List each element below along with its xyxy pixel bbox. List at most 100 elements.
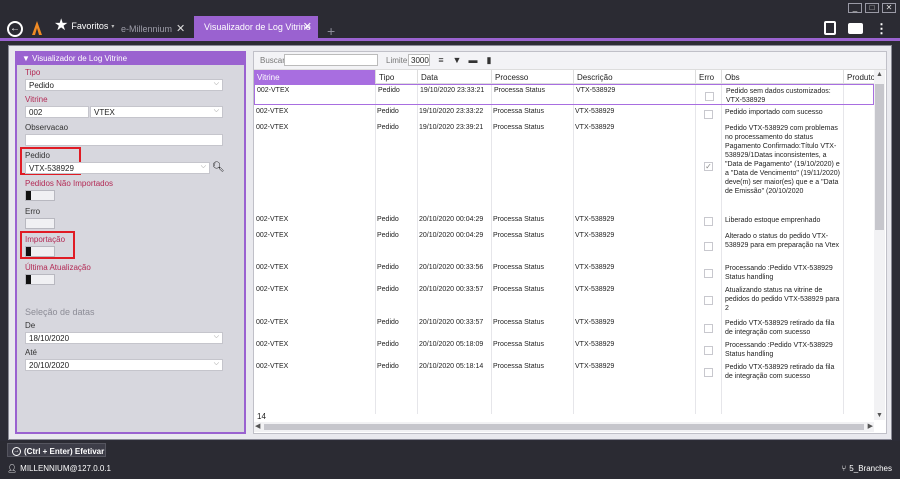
favorites-menu[interactable]: ★ Favoritos ▾: [54, 18, 114, 34]
column-header-produto[interactable]: Produto: [843, 70, 875, 84]
table-row[interactable]: 002-VTEX Pedido 20/10/2020 00:33:57 Proc…: [254, 317, 874, 339]
filter-icon[interactable]: ▼: [452, 55, 462, 65]
tipo-select[interactable]: Pedido ⌵: [25, 79, 223, 91]
erro-checkbox[interactable]: [705, 92, 714, 101]
erro-checkbox[interactable]: [704, 242, 713, 251]
pedidos-nao-importados-toggle[interactable]: [25, 190, 55, 201]
erro-checkbox[interactable]: [704, 269, 713, 278]
export-icon[interactable]: ▮: [484, 55, 494, 65]
cell-tipo: Pedido: [377, 319, 399, 326]
column-header-vitrine[interactable]: Vitrine: [254, 70, 375, 84]
cell-processo: Processa Status: [493, 319, 544, 326]
vitrine-name-value: VTEX: [94, 108, 115, 117]
vitrine-code-field[interactable]: 002: [25, 106, 89, 118]
vitrine-label: Vitrine: [25, 95, 48, 104]
close-tab-icon[interactable]: ✕: [303, 20, 312, 33]
ultima-atualizacao-toggle[interactable]: [25, 274, 55, 285]
more-vertical-icon[interactable]: ⋮: [875, 22, 888, 35]
cell-descricao: VTX-538929: [575, 124, 615, 131]
cell-descricao: VTX-538929: [575, 264, 615, 271]
cell-vitrine: 002-VTEX: [256, 124, 289, 131]
column-header-erro[interactable]: Erro: [695, 70, 721, 84]
erro-toggle[interactable]: [25, 218, 55, 229]
search-icon[interactable]: 🔍︎: [212, 162, 225, 174]
cell-obs: Pedido VTX-538929 retirado da fila de in…: [725, 320, 835, 336]
print-icon[interactable]: ▬: [468, 55, 478, 65]
filter-panel-header[interactable]: ▼ Visualizador de Log Vitrine: [17, 53, 244, 65]
table-row[interactable]: 002-VTEX Pedido 20/10/2020 00:04:29 Proc…: [254, 230, 874, 260]
importacao-label: Importação: [25, 235, 66, 244]
toggle-knob: [26, 275, 31, 284]
table-row[interactable]: 002-VTEX Pedido 20/10/2020 05:18:09 Proc…: [254, 339, 874, 361]
pedido-value: VTX-538929: [29, 164, 74, 173]
erro-checkbox[interactable]: [704, 324, 713, 333]
horizontal-scrollbar[interactable]: ◀ ▶: [254, 422, 874, 432]
erro-checkbox[interactable]: [704, 346, 713, 355]
buscar-input[interactable]: [284, 54, 378, 66]
table-row[interactable]: 002-VTEX Pedido 19/10/2020 23:39:21 Proc…: [254, 122, 874, 213]
erro-checkbox[interactable]: [704, 368, 713, 377]
column-header-descricao[interactable]: Descrição: [573, 70, 695, 84]
table-row[interactable]: 002-VTEX Pedido 20/10/2020 00:04:29 Proc…: [254, 214, 874, 230]
table-row[interactable]: 002-VTEX Pedido 20/10/2020 05:18:14 Proc…: [254, 361, 874, 383]
cell-tipo: Pedido: [377, 363, 399, 370]
efetivar-button[interactable]: → (Ctrl + Enter) Efetivar: [7, 443, 106, 457]
close-tab-e-millennium-icon[interactable]: ✕: [176, 22, 185, 35]
close-window-button[interactable]: ✕: [882, 3, 896, 13]
tab-e-millennium[interactable]: e-Millennium: [121, 24, 172, 34]
back-arrow-icon[interactable]: ←: [7, 21, 23, 37]
add-tab-button[interactable]: +: [327, 23, 335, 39]
cell-descricao: VTX-538929: [575, 319, 615, 326]
cell-obs: Processando :Pedido VTX-538929 Status ha…: [725, 342, 833, 358]
chat-icon[interactable]: [848, 22, 863, 34]
minimize-button[interactable]: _: [848, 3, 862, 13]
pedido-label: Pedido: [25, 151, 50, 160]
filter-panel: ▼ Visualizador de Log Vitrine Tipo Pedid…: [15, 51, 246, 434]
scroll-left-icon[interactable]: ◀: [255, 422, 260, 430]
column-header-processo[interactable]: Processo: [491, 70, 573, 84]
scroll-thumb[interactable]: [264, 424, 864, 430]
maximize-button[interactable]: □: [865, 3, 879, 13]
erro-checkbox[interactable]: [704, 110, 713, 119]
cell-descricao: VTX-538929: [575, 286, 615, 293]
erro-checkbox[interactable]: [704, 217, 713, 226]
cell-data: 20/10/2020 00:04:29: [419, 216, 484, 223]
table-row-selected[interactable]: 002-VTEX Pedido 19/10/2020 23:33:21 Proc…: [254, 84, 874, 105]
column-header-tipo[interactable]: Tipo: [375, 70, 417, 84]
ate-date-picker[interactable]: 20/10/2020 ⌵: [25, 359, 223, 371]
vertical-scrollbar[interactable]: ▲ ▼: [874, 70, 885, 420]
cell-tipo: Pedido: [377, 216, 399, 223]
column-header-obs[interactable]: Obs: [721, 70, 843, 84]
scroll-down-icon[interactable]: ▼: [876, 412, 883, 419]
scroll-up-icon[interactable]: ▲: [876, 71, 883, 78]
cell-vitrine: 002-VTEX: [257, 87, 290, 94]
pedido-select[interactable]: VTX-538929 ⌵: [25, 162, 210, 174]
chevron-down-icon: ▾: [111, 23, 115, 30]
vitrine-select[interactable]: VTEX ⌵: [90, 106, 223, 118]
list-sort-icon[interactable]: ≡: [436, 55, 446, 65]
cell-vitrine: 002-VTEX: [256, 363, 289, 370]
observacao-field[interactable]: [25, 134, 223, 146]
scroll-thumb[interactable]: [875, 84, 884, 230]
buscar-label: Buscar: [260, 56, 285, 65]
column-header-data[interactable]: Data: [417, 70, 491, 84]
cell-data: 19/10/2020 23:33:22: [419, 108, 484, 115]
cell-processo: Processa Status: [493, 341, 544, 348]
erro-checkbox[interactable]: [704, 296, 713, 305]
clipboard-icon[interactable]: [824, 21, 836, 35]
importacao-toggle[interactable]: [25, 246, 55, 257]
cell-processo: Processa Status: [493, 232, 544, 239]
scroll-right-icon[interactable]: ▶: [868, 422, 873, 430]
erro-checkbox-checked[interactable]: ✓: [704, 162, 713, 171]
table-row[interactable]: 002-VTEX Pedido 19/10/2020 23:33:22 Proc…: [254, 106, 874, 122]
table-row[interactable]: 002-VTEX Pedido 20/10/2020 00:33:57 Proc…: [254, 284, 874, 315]
ate-value: 20/10/2020: [29, 361, 70, 370]
de-value: 18/10/2020: [29, 334, 70, 343]
cell-data: 19/10/2020 23:39:21: [419, 124, 484, 131]
favorites-label: Favoritos: [71, 21, 109, 31]
tab-visualizador-log-vitrine[interactable]: Visualizador de Log Vitrine ✕: [194, 16, 318, 38]
pedidos-nao-importados-label: Pedidos Não Importados: [25, 179, 114, 188]
table-row[interactable]: 002-VTEX Pedido 20/10/2020 00:33:56 Proc…: [254, 262, 874, 284]
de-date-picker[interactable]: 18/10/2020 ⌵: [25, 332, 223, 344]
limite-input[interactable]: 3000: [408, 54, 430, 66]
